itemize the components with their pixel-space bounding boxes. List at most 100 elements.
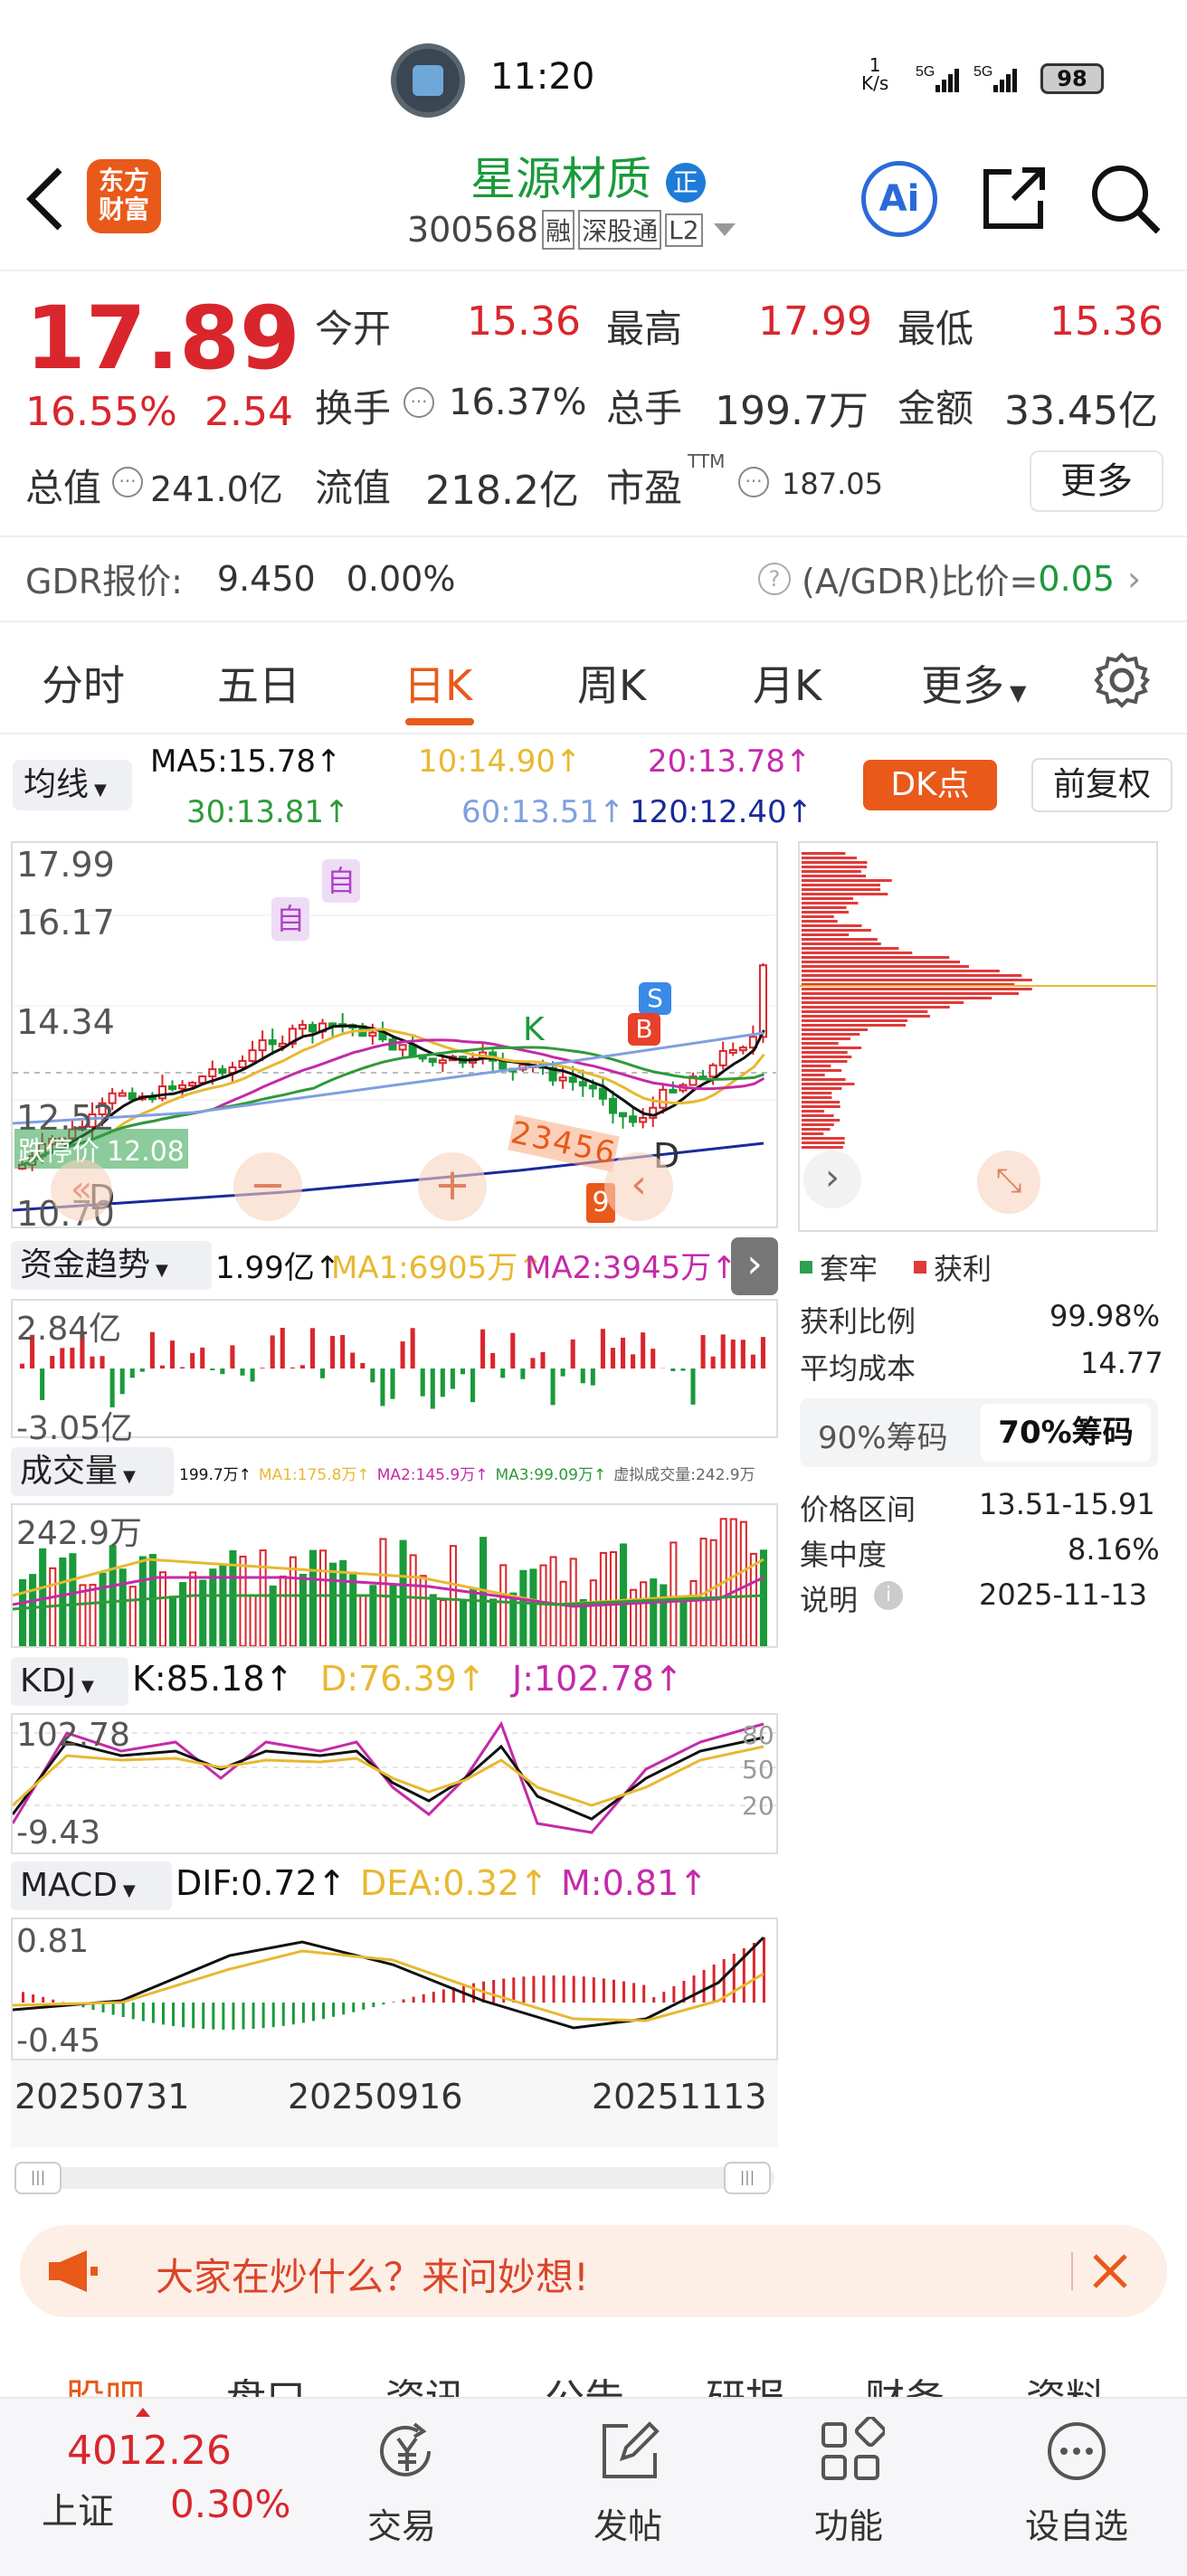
index-name[interactable]: 上证: [42, 2482, 114, 2534]
range-scrollbar[interactable]: ||| |||: [14, 2162, 774, 2194]
info-icon[interactable]: i: [874, 1581, 903, 1610]
chip-distribution[interactable]: › ⤡: [798, 841, 1158, 1232]
nav-trade[interactable]: 交易: [362, 2417, 452, 2548]
chip-bar: [802, 1123, 834, 1126]
gdr-ratio[interactable]: ? (A/GDR)比价= 0.05 ›: [758, 554, 1141, 603]
share-icon[interactable]: [977, 163, 1049, 239]
expand-icon[interactable]: ⤡: [977, 1151, 1040, 1214]
fund-selector[interactable]: 资金趋势 ▼: [11, 1241, 212, 1290]
chevron-right-icon[interactable]: ›: [803, 1151, 861, 1208]
b-marker[interactable]: B: [628, 1013, 660, 1046]
range-handle-right[interactable]: |||: [724, 2162, 771, 2194]
fund-bar: [600, 1329, 605, 1368]
fund-bar: [730, 1339, 736, 1368]
tab-more[interactable]: 更多 ▼: [921, 653, 1026, 713]
back-button[interactable]: [24, 163, 69, 239]
range-handle-left[interactable]: |||: [14, 2162, 62, 2194]
brand-logo[interactable]: 东方 财富: [87, 159, 161, 233]
tab-news[interactable]: 资讯: [385, 2366, 465, 2397]
quote-divider: [0, 535, 1187, 537]
auto-marker[interactable]: 自: [271, 897, 309, 941]
index-pct[interactable]: 0.30%: [170, 2482, 290, 2526]
tab-profile[interactable]: 资料: [1026, 2366, 1106, 2397]
gdr-row[interactable]: GDR报价: 9.450 0.00%: [25, 554, 455, 603]
info-icon[interactable]: ···: [112, 467, 143, 497]
volume-bar: [459, 1599, 467, 1646]
tab-weekly-k[interactable]: 周K: [577, 653, 646, 713]
volume-bar: [650, 1578, 658, 1646]
tab-finance[interactable]: 财务: [865, 2366, 945, 2397]
chip-bar: [802, 1065, 831, 1067]
fund-bar: [641, 1332, 646, 1368]
ma-selector[interactable]: 均线 ▼: [13, 760, 132, 810]
dk-point-button[interactable]: DK点: [863, 760, 997, 810]
chip-bar: [802, 924, 862, 927]
kdj-d: D:76.39↑: [320, 1659, 486, 1699]
index-value[interactable]: 4012.26: [67, 2428, 232, 2474]
zoom-in-button[interactable]: +: [418, 1152, 487, 1221]
adjust-button[interactable]: 前复权: [1031, 758, 1173, 812]
float-label: 流值: [315, 466, 392, 510]
tab-orderbook[interactable]: 盘口: [226, 2366, 306, 2397]
fund-bar: [460, 1368, 465, 1375]
kdj-selector[interactable]: KDJ ▼: [11, 1657, 128, 1706]
stock-title: 星源材质 正: [470, 143, 706, 208]
tab-intraday[interactable]: 分时: [42, 653, 125, 713]
chip-bar: [802, 1114, 834, 1117]
fund-bar: [370, 1368, 375, 1383]
gdr-pct: 0.00%: [346, 558, 456, 599]
macd-selector[interactable]: MACD ▼: [11, 1861, 172, 1910]
help-icon[interactable]: ?: [758, 562, 791, 595]
chip-bar: [802, 938, 878, 941]
amount-label: 金额: [897, 386, 974, 431]
fund-tick-bottom: -3.05亿: [16, 1410, 134, 1447]
tag-connect: 深股通: [578, 210, 662, 250]
tab-chip-90[interactable]: 90%筹码: [818, 1413, 948, 1457]
high-value: 17.99: [758, 298, 872, 345]
zoom-out-button[interactable]: −: [233, 1152, 302, 1221]
volume-selector[interactable]: 成交量 ▼: [11, 1447, 174, 1496]
limit-down-label: 跌停价 12.08: [14, 1129, 188, 1169]
step-left-button[interactable]: ‹: [604, 1152, 673, 1221]
expand-indicator-button[interactable]: ›: [731, 1237, 778, 1295]
nav-function[interactable]: 功能: [805, 2415, 896, 2548]
close-icon[interactable]: [1087, 2249, 1133, 2297]
avg-cost-label: 平均成本: [800, 1351, 916, 1386]
volume-bar: [169, 1596, 177, 1646]
ma5-value: MA5:15.78↑: [150, 743, 342, 780]
tab-daily-k[interactable]: 日K: [404, 653, 472, 713]
volume-bar: [489, 1598, 498, 1646]
s-marker[interactable]: S: [639, 982, 671, 1015]
fund-bar: [510, 1332, 516, 1368]
chip-bar: [802, 1015, 930, 1018]
more-button[interactable]: 更多: [1030, 450, 1163, 512]
fund-bar: [350, 1352, 356, 1368]
info-icon[interactable]: ···: [404, 387, 434, 418]
fund-bar: [390, 1368, 395, 1399]
tab-monthly-k[interactable]: 月K: [753, 653, 821, 713]
nav-post[interactable]: 发帖: [584, 2417, 675, 2548]
search-icon[interactable]: [1087, 161, 1163, 241]
chip-bar: [802, 956, 950, 959]
volume-bar: [299, 1574, 307, 1646]
chip-bar: [802, 1069, 842, 1072]
tab-chip-70[interactable]: 70%筹码: [981, 1404, 1151, 1462]
tab-five-day[interactable]: 五日: [217, 653, 300, 713]
chevron-down-icon[interactable]: [713, 223, 736, 236]
info-icon[interactable]: ···: [738, 467, 769, 497]
tab-research[interactable]: 研报: [706, 2366, 785, 2397]
macd-chart[interactable]: [11, 1918, 778, 2060]
tab-announcements[interactable]: 公告: [545, 2366, 624, 2397]
tab-guba[interactable]: 股吧: [65, 2366, 145, 2397]
fund-bar: [20, 1363, 25, 1368]
chip-bar: [802, 884, 880, 886]
fund-value: 1.99亿↑: [215, 1250, 341, 1286]
gear-icon[interactable]: [1093, 651, 1151, 713]
auto-marker[interactable]: 自: [322, 859, 360, 903]
scroll-left-button[interactable]: «: [51, 1160, 112, 1221]
fund-bar: [340, 1334, 346, 1368]
nav-watchlist[interactable]: 设自选: [1013, 2417, 1140, 2548]
chip-bar: [802, 1128, 831, 1131]
ai-button[interactable]: Ai: [861, 161, 937, 237]
ask-banner[interactable]: 大家在炒什么？来问妙想!: [20, 2225, 1167, 2317]
